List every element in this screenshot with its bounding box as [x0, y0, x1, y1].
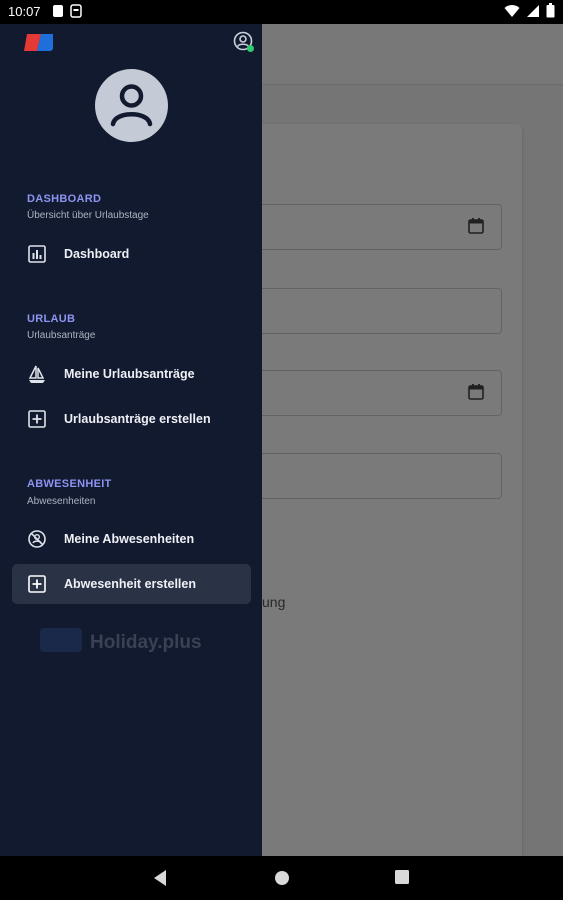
sailboat-icon [26, 363, 48, 385]
back-icon[interactable] [152, 869, 168, 892]
recents-icon[interactable] [394, 869, 410, 890]
status-time: 10:07 [8, 4, 41, 19]
signal-icon [526, 4, 540, 21]
sim-alert-icon [70, 4, 82, 21]
battery-icon [546, 3, 555, 21]
brand-watermark: Holiday.plus [40, 628, 202, 657]
brand-logo-icon [40, 628, 82, 657]
nav-item-meine-urlaubsantraege[interactable]: Meine Urlaubsanträge [12, 354, 251, 394]
wifi-icon [504, 4, 520, 21]
bar-chart-icon [26, 243, 48, 265]
nav-item-meine-abwesenheiten[interactable]: Meine Abwesenheiten [12, 519, 251, 559]
add-box-icon [26, 408, 48, 430]
section-title-urlaub: URLAUB [27, 313, 76, 325]
profile-avatar-icon[interactable] [95, 69, 168, 142]
section-subtitle-dashboard: Übersicht über Urlaubstage [27, 210, 149, 221]
sim-card-icon [52, 4, 64, 21]
section-subtitle-urlaub: Urlaubsanträge [27, 330, 96, 341]
nav-label-dashboard: Dashboard [64, 247, 130, 261]
nav-item-abwesenheit-erstellen[interactable]: Abwesenheit erstellen [12, 564, 251, 604]
brand-watermark-text: Holiday.plus [90, 631, 202, 653]
status-bar: 10:07 [0, 0, 563, 24]
nav-label-meine-urlaubsantraege: Meine Urlaubsanträge [64, 367, 195, 381]
home-icon[interactable] [273, 869, 291, 892]
nav-item-urlaubsantraege-erstellen[interactable]: Urlaubsanträge erstellen [12, 399, 251, 439]
nav-label-abwesenheit-erstellen: Abwesenheit erstellen [64, 577, 196, 591]
nav-label-meine-abwesenheiten: Meine Abwesenheiten [64, 532, 195, 546]
section-title-dashboard: DASHBOARD [27, 193, 102, 205]
section-title-abwesenheit: ABWESENHEIT [27, 478, 112, 490]
account-status-icon[interactable] [233, 31, 255, 53]
absence-icon [26, 528, 48, 550]
navigation-drawer: DASHBOARD Übersicht über Urlaubstage Das… [0, 24, 262, 856]
nav-label-urlaubsantraege-erstellen: Urlaubsanträge erstellen [64, 412, 211, 426]
section-subtitle-abwesenheit: Abwesenheiten [27, 496, 96, 507]
nav-item-dashboard[interactable]: Dashboard [12, 234, 251, 274]
system-navigation-bar [0, 856, 563, 900]
add-box-icon [26, 573, 48, 595]
app-logo-icon [24, 34, 53, 51]
